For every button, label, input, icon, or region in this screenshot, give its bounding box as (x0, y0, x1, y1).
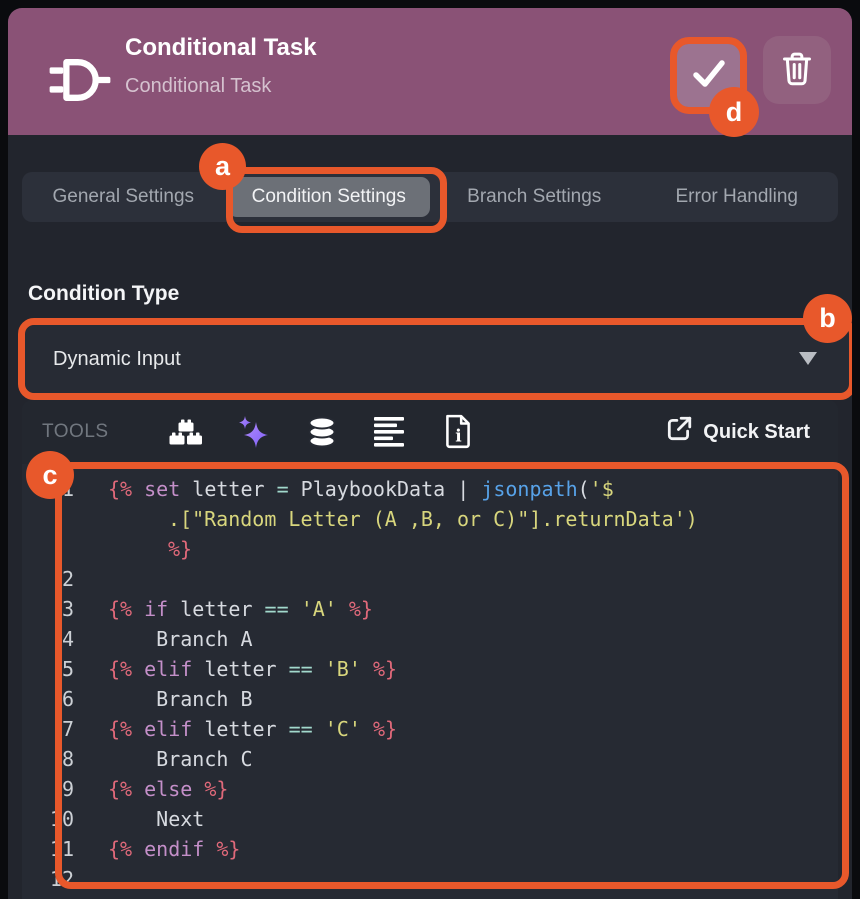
line-number: 11 (22, 834, 74, 864)
task-header: Conditional Task Conditional Task (8, 8, 852, 135)
line-number: 8 (22, 744, 74, 774)
condition-type-value: Dynamic Input (53, 348, 181, 371)
page-title: Conditional Task (125, 34, 317, 62)
code-line[interactable]: 10 Next (22, 804, 838, 834)
code-line[interactable]: 12 (22, 864, 838, 894)
plug-icon (48, 58, 112, 107)
page-subtitle: Conditional Task (125, 75, 271, 98)
sparkles-icon[interactable] (236, 414, 272, 450)
editor-toolbar: TOOLS (22, 400, 838, 464)
condition-code-editor: TOOLS (22, 400, 838, 899)
line-number: 7 (22, 714, 74, 744)
tools-label: TOOLS (42, 421, 150, 443)
code-text: {% endif %} (108, 834, 240, 864)
tab-label: Branch Settings (467, 186, 601, 208)
toolbar-icons: i (168, 414, 476, 450)
svg-text:i: i (455, 426, 462, 446)
line-number: 6 (22, 684, 74, 714)
code-line[interactable]: 1 {% set letter = PlaybookData | jsonpath… (22, 474, 838, 504)
code-editor-content[interactable]: 1 {% set letter = PlaybookData | jsonpath… (22, 474, 838, 894)
database-icon[interactable] (304, 414, 340, 450)
line-number (22, 504, 74, 534)
quick-start-link[interactable]: Quick Start (665, 415, 810, 449)
tab-label: Condition Settings (252, 186, 406, 208)
blocks-icon[interactable] (168, 414, 204, 450)
line-number: 9 (22, 774, 74, 804)
tab-condition-settings[interactable]: Condition Settings (228, 177, 431, 217)
tab-error-handling[interactable]: Error Handling (636, 172, 839, 222)
code-line[interactable]: 8 Branch C (22, 744, 838, 774)
quick-start-label: Quick Start (703, 421, 810, 444)
line-number: 5 (22, 654, 74, 684)
code-text: {% elif letter == 'B' %} (108, 654, 397, 684)
code-text: Branch B (108, 684, 253, 714)
line-number (22, 534, 74, 564)
code-line[interactable]: .["Random Letter (A ,B, or C)"].returnDa… (22, 504, 838, 534)
tab-label: Error Handling (676, 186, 799, 208)
line-number: 1 (22, 474, 74, 504)
trash-icon (780, 50, 814, 91)
settings-tabbar: General Settings Condition Settings Bran… (22, 172, 838, 222)
check-icon (690, 56, 728, 95)
condition-type-label: Condition Type (28, 282, 179, 306)
code-line[interactable]: 11 {% endif %} (22, 834, 838, 864)
code-text: %} (108, 534, 192, 564)
tab-general-settings[interactable]: General Settings (22, 172, 225, 222)
code-line[interactable]: 3 {% if letter == 'A' %} (22, 594, 838, 624)
code-text: {% set letter = PlaybookData | jsonpath(… (108, 474, 614, 504)
delete-button[interactable] (763, 36, 831, 104)
conditional-task-panel: Conditional Task Conditional Task (0, 0, 860, 899)
code-line[interactable]: 5 {% elif letter == 'B' %} (22, 654, 838, 684)
align-left-icon[interactable] (372, 414, 408, 450)
code-line[interactable]: 4 Branch A (22, 624, 838, 654)
code-line[interactable]: 2 (22, 564, 838, 594)
dropdown-caret-icon (799, 352, 817, 365)
code-text: Branch A (108, 624, 253, 654)
line-number: 12 (22, 864, 74, 894)
code-text: Branch C (108, 744, 253, 774)
line-number: 10 (22, 804, 74, 834)
condition-type-select[interactable]: Dynamic Input (25, 325, 849, 393)
code-line[interactable]: %} (22, 534, 838, 564)
code-text: .["Random Letter (A ,B, or C)"].returnDa… (108, 504, 698, 534)
tab-branch-settings[interactable]: Branch Settings (433, 172, 636, 222)
document-info-icon[interactable]: i (440, 414, 476, 450)
line-number: 2 (22, 564, 74, 594)
code-line[interactable]: 6 Branch B (22, 684, 838, 714)
code-line[interactable]: 9 {% else %} (22, 774, 838, 804)
tab-label: General Settings (52, 186, 194, 208)
code-text: {% elif letter == 'C' %} (108, 714, 397, 744)
code-text: Next (108, 804, 204, 834)
line-number: 4 (22, 624, 74, 654)
task-config-card: Conditional Task Conditional Task (8, 8, 852, 899)
code-text: {% if letter == 'A' %} (108, 594, 373, 624)
code-text: {% else %} (108, 774, 228, 804)
confirm-button[interactable] (677, 44, 740, 107)
external-link-icon (665, 415, 693, 449)
line-number: 3 (22, 594, 74, 624)
code-line[interactable]: 7 {% elif letter == 'C' %} (22, 714, 838, 744)
